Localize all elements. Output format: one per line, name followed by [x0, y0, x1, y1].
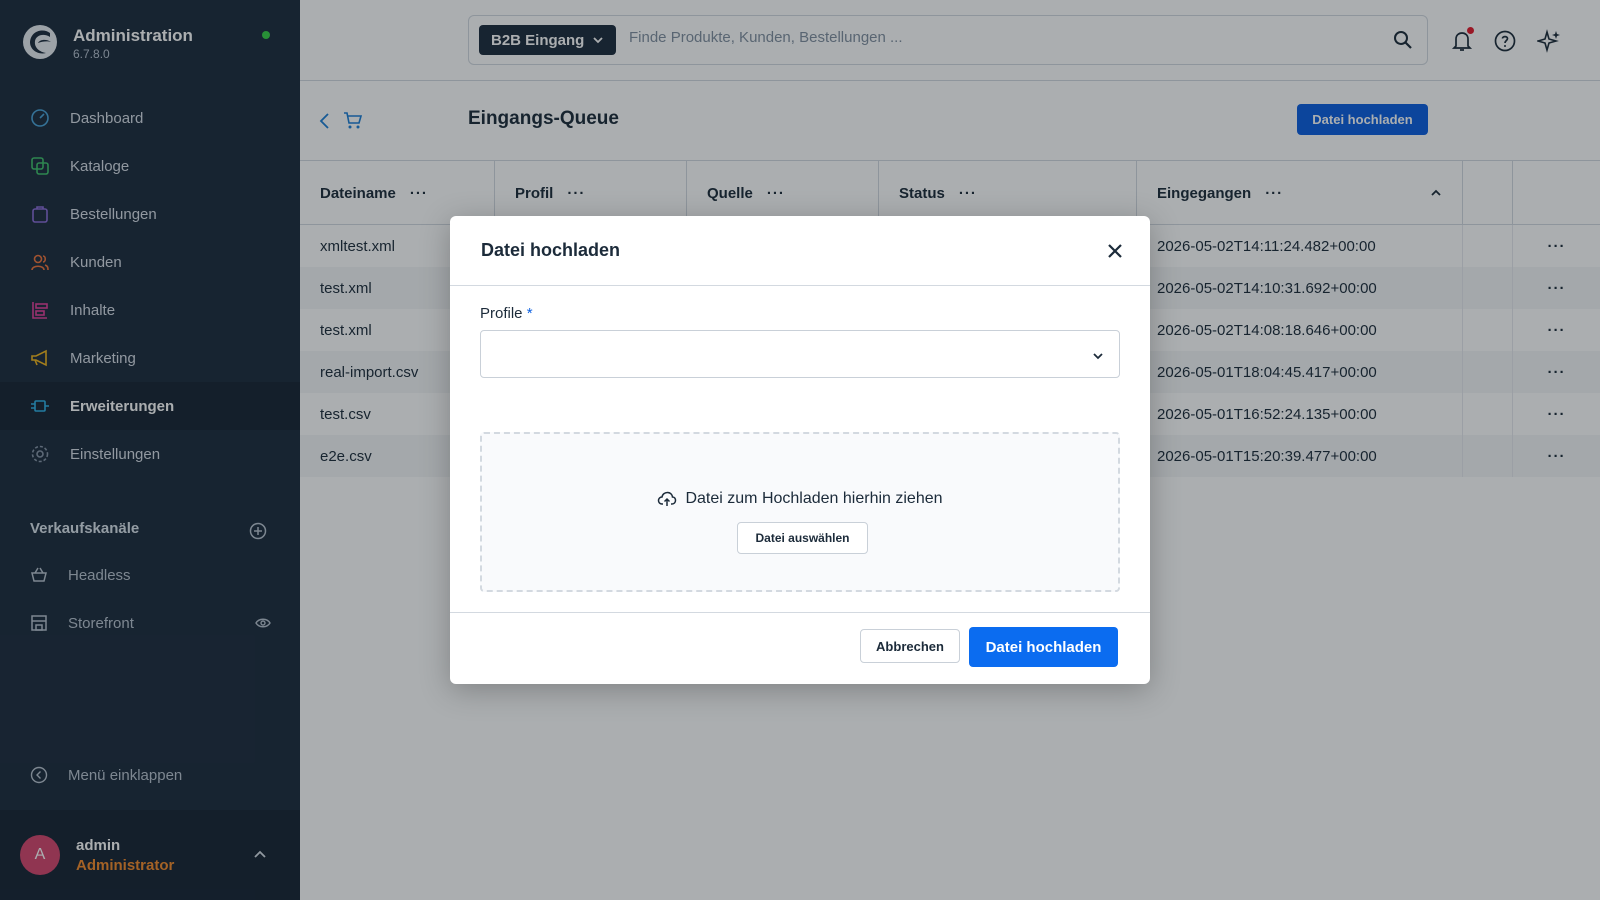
profile-label: Profile * — [480, 305, 533, 322]
dropzone-text: Datei zum Hochladen hierhin ziehen — [685, 490, 943, 508]
file-dropzone[interactable]: Datei zum Hochladen hierhin ziehen Datei… — [480, 432, 1120, 592]
required-marker: * — [526, 305, 533, 322]
modal-footer: Abbrechen Datei hochladen — [450, 612, 1150, 684]
submit-upload-button[interactable]: Datei hochladen — [969, 627, 1118, 667]
choose-file-button[interactable]: Datei auswählen — [737, 522, 868, 554]
close-icon[interactable] — [1106, 242, 1124, 260]
cancel-button[interactable]: Abbrechen — [860, 629, 960, 663]
profile-select[interactable] — [480, 330, 1120, 378]
modal-title: Datei hochladen — [481, 240, 621, 260]
modal-header: Datei hochladen — [450, 216, 1150, 286]
profile-label-text: Profile — [480, 305, 523, 322]
upload-modal: Datei hochladen Profile * Datei zum Hoch… — [450, 216, 1150, 684]
cloud-upload-icon — [658, 491, 677, 506]
dropzone-message: Datei zum Hochladen hierhin ziehen — [482, 489, 1118, 509]
chevron-down-icon — [1093, 353, 1103, 360]
